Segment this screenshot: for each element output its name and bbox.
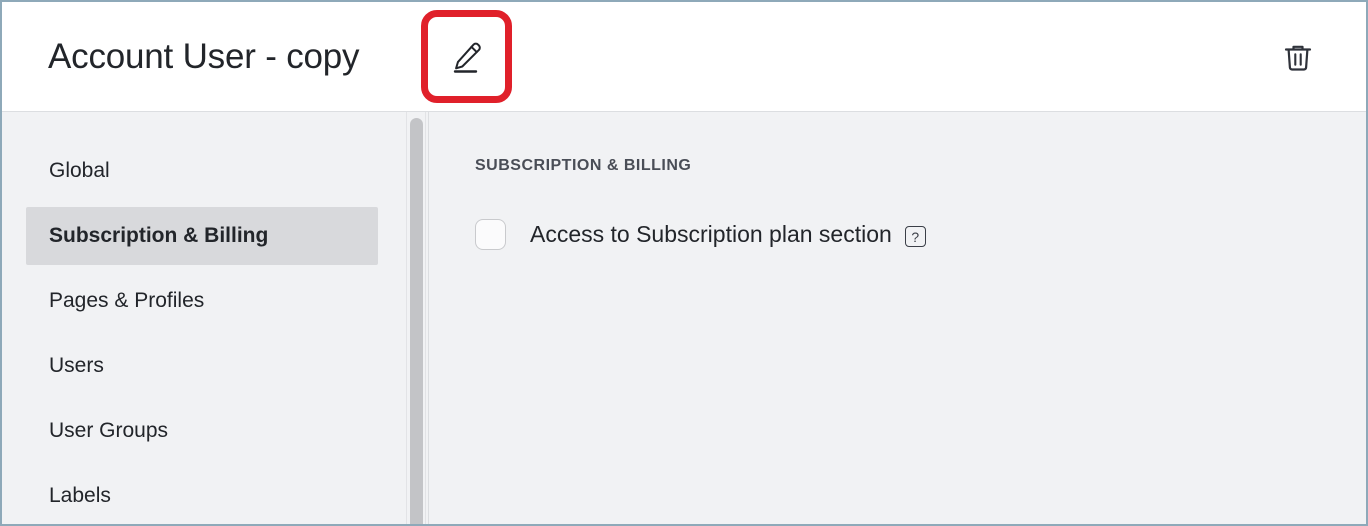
delete-button[interactable] (1276, 34, 1320, 80)
sidebar-item-label: Users (49, 354, 104, 377)
section-heading: SUBSCRIPTION & BILLING (475, 157, 692, 174)
sidebar-item-label: User Groups (49, 419, 169, 442)
sidebar-item-global[interactable]: Global (26, 142, 378, 200)
sidebar-item-pages-profiles[interactable]: Pages & Profiles (26, 272, 378, 330)
sidebar-item-labels[interactable]: Labels (26, 467, 378, 524)
permission-settings-window: Account User - copy Global Subscription … (0, 0, 1368, 526)
sidebar-scrollbar[interactable] (406, 112, 426, 524)
trash-delete-icon (1281, 40, 1315, 74)
sidebar-item-user-groups[interactable]: User Groups (26, 402, 378, 460)
sidebar-item-label: Labels (49, 484, 111, 507)
sidebar-item-label: Global (49, 159, 110, 182)
window-header: Account User - copy (2, 2, 1366, 112)
settings-sidebar: Global Subscription & Billing Pages & Pr… (2, 112, 406, 524)
sidebar-item-label: Subscription & Billing (49, 224, 269, 247)
sidebar-item-label: Pages & Profiles (49, 289, 205, 312)
access-subscription-plan-checkbox[interactable] (475, 219, 506, 250)
question-mark-icon[interactable]: ? (904, 226, 926, 247)
settings-main-panel: SUBSCRIPTION & BILLING Access to Subscri… (429, 112, 1366, 524)
sidebar-scrollbar-thumb[interactable] (410, 118, 423, 524)
edit-button-highlight-box (421, 10, 512, 103)
page-title: Account User - copy (48, 37, 360, 76)
permission-option-row: Access to Subscription plan section ? (475, 219, 1366, 250)
window-body: Global Subscription & Billing Pages & Pr… (2, 112, 1366, 524)
access-subscription-plan-label: Access to Subscription plan section (530, 221, 892, 247)
sidebar-item-users[interactable]: Users (26, 337, 378, 395)
sidebar-item-subscription-billing[interactable]: Subscription & Billing (26, 207, 378, 265)
